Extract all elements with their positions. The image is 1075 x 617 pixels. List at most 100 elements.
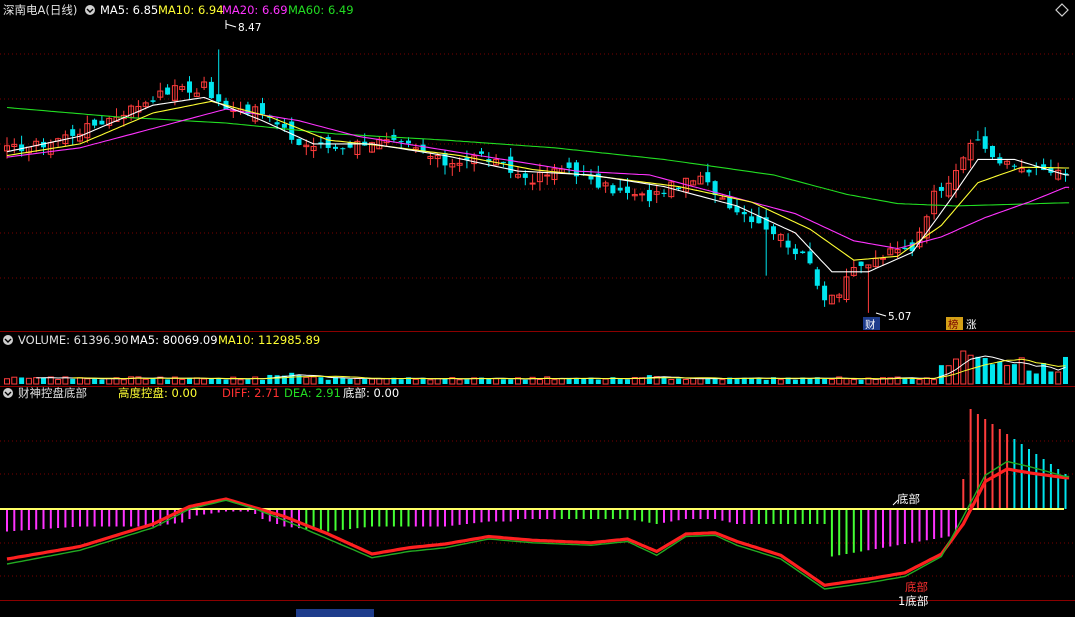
volume-bar-63 [464, 379, 470, 384]
candle-body-109 [800, 251, 806, 254]
candle-body-138 [1011, 165, 1017, 167]
volume-bar-135 [990, 364, 995, 384]
volume-bar-36 [267, 374, 273, 384]
candle-body-135 [990, 145, 995, 158]
candle-body-96 [705, 172, 711, 183]
volume-bar-128 [938, 365, 944, 384]
volume-bar-20 [150, 378, 156, 384]
volume-bar-138 [1011, 364, 1017, 384]
volume-bar-29 [216, 378, 222, 384]
candle-body-77 [566, 162, 572, 168]
candle-body-123 [902, 247, 908, 249]
candle-body-88 [646, 189, 652, 202]
candle-body-101 [741, 211, 747, 215]
indicator-toggle-icon[interactable] [3, 388, 13, 398]
volume-bar-104 [763, 379, 769, 384]
stock-title: 深南电A(日线) [3, 3, 77, 17]
candle-body-136 [997, 157, 1003, 164]
volume-bar-97 [712, 378, 718, 384]
volume-bar-92 [676, 378, 682, 384]
indicator-name: 财神控盘底部 [18, 386, 87, 400]
settings-toggle-icon[interactable] [85, 5, 95, 15]
volume-bar-85 [625, 379, 630, 384]
volume-bar-103 [756, 378, 762, 384]
volume-bar-25 [187, 377, 192, 384]
candle-body-38 [281, 123, 287, 128]
candle-body-54 [398, 141, 404, 143]
ma60-value: MA60: 6.49 [288, 3, 354, 17]
candle-body-65 [479, 151, 484, 154]
volume-bar-141 [1033, 373, 1039, 384]
candle-body-134 [982, 136, 988, 149]
volume-bar-9 [70, 378, 76, 384]
candle-body-128 [938, 186, 944, 191]
volume-bar-112 [822, 378, 828, 384]
candle-body-90 [661, 192, 667, 194]
volume-bar-117 [858, 379, 864, 384]
candle-body-107 [785, 240, 791, 248]
candle-body-92 [676, 187, 682, 189]
candle-body-47 [347, 142, 353, 148]
volume-bar-69 [508, 379, 514, 384]
candle-body-108 [792, 248, 798, 255]
volume-bar-35 [260, 379, 265, 384]
volume-bar-71 [522, 379, 528, 384]
volume-bar-28 [208, 378, 214, 384]
volume-bar-124 [909, 378, 915, 384]
candle-body-87 [639, 193, 646, 196]
volume-bar-43 [318, 377, 324, 384]
candle-body-68 [500, 161, 506, 163]
ranking-marker: 榜 [948, 318, 959, 331]
volume-bar-54 [398, 379, 404, 384]
volume-bar-84 [617, 379, 623, 384]
volume-bar-143 [1048, 371, 1054, 384]
volume-value: VOLUME: 61396.90 [18, 333, 129, 347]
stock-chart[interactable]: 深南电A(日线) MA5: 6.85 MA10: 6.94 MA20: 6.69… [0, 0, 1075, 617]
ma20-value: MA20: 6.69 [222, 3, 288, 17]
candle-body-13 [99, 120, 105, 125]
candle-body-102 [749, 216, 755, 223]
candle-body-110 [807, 251, 813, 264]
volume-toggle-icon[interactable] [3, 335, 13, 345]
candle-body-140 [1026, 169, 1032, 173]
volume-bar-12 [92, 378, 98, 384]
volume-bar-30 [223, 379, 229, 384]
ma5-value: MA5: 6.85 [100, 3, 158, 17]
candle-body-120 [880, 257, 886, 260]
candle-body-22 [165, 87, 171, 95]
time-cursor-box [296, 609, 374, 617]
volume-bar-140 [1026, 370, 1032, 384]
dea-value: DEA: 2.91 [284, 386, 341, 400]
candle-body-112 [822, 285, 828, 301]
limit-up-marker: 涨 [966, 319, 977, 331]
volume-bar-88 [646, 375, 652, 384]
candle-body-20 [150, 100, 156, 102]
financial-report-marker: 财 [865, 318, 876, 331]
volume-bar-22 [165, 379, 171, 384]
bottom-label-3: 1底部 [898, 594, 928, 608]
candle-body-46 [340, 148, 346, 150]
candle-body-40 [296, 138, 302, 145]
volume-bar-2 [19, 377, 25, 384]
volume-bar-134 [982, 358, 988, 384]
candle-body-45 [333, 146, 338, 149]
volume-bar-108 [792, 379, 798, 384]
volume-ma5-value: MA5: 80069.09 [130, 333, 218, 347]
candle-body-85 [625, 186, 630, 193]
candle-body-25 [187, 81, 192, 93]
candle-body-12 [92, 119, 98, 126]
volume-bar-47 [347, 379, 353, 384]
candle-body-44 [325, 137, 331, 148]
volume-bar-81 [595, 379, 601, 384]
volume-bar-79 [581, 379, 587, 384]
candle-body-72 [529, 182, 536, 185]
volume-bar-37 [274, 375, 280, 384]
volume-bar-44 [325, 379, 331, 384]
candle-body-55 [406, 140, 411, 144]
candle-body-29 [216, 94, 222, 102]
high-price-label: 8.47 [238, 22, 261, 34]
candle-body-9 [70, 129, 76, 136]
volume-bar-133 [975, 356, 981, 384]
dibu-value: 底部: 0.00 [343, 386, 399, 400]
volume-bar-39 [289, 372, 295, 384]
